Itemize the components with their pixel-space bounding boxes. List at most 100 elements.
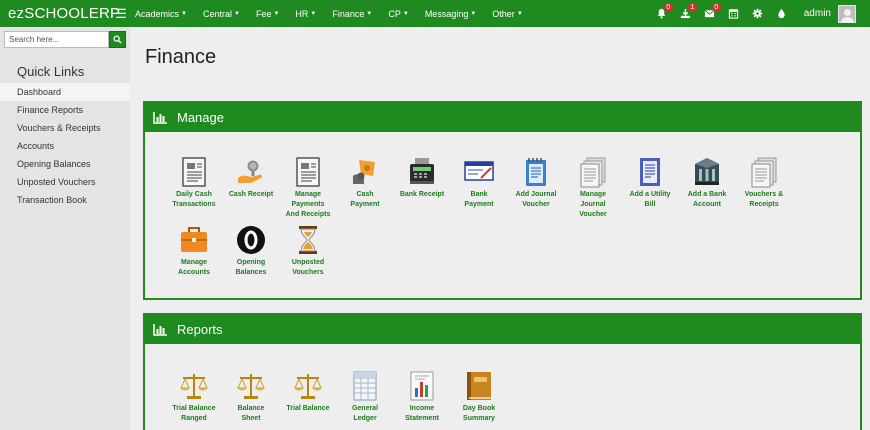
tile-bank-payment[interactable]: Bank Payment xyxy=(450,156,508,210)
tile-balance-sheet[interactable]: Balance Sheet xyxy=(222,370,280,424)
document-icon xyxy=(296,157,320,187)
sidebar-item-finance-reports[interactable]: Finance Reports xyxy=(0,101,130,119)
caret-down-icon: ▼ xyxy=(310,10,317,17)
menu-label: Finance xyxy=(332,8,365,19)
bill-icon xyxy=(640,158,660,186)
tile-bank-receipt[interactable]: Bank Receipt xyxy=(393,156,451,200)
search-icon xyxy=(113,35,122,44)
sidebar-item-unposted-vouchers[interactable]: Unposted Vouchers xyxy=(0,173,130,191)
search-button[interactable] xyxy=(109,31,126,48)
sidebar-item-transaction-book[interactable]: Transaction Book xyxy=(0,191,130,209)
menu-label: Other xyxy=(492,8,515,19)
tile-label: General xyxy=(351,405,379,412)
tile-label: Opening xyxy=(236,259,266,266)
bar-chart-icon xyxy=(153,111,167,124)
tile-label: Manage xyxy=(180,259,208,266)
tile-label: Add a Utility xyxy=(629,191,671,198)
reports-panel-title: Reports xyxy=(177,322,223,337)
tile-label: And Receipts xyxy=(285,211,331,218)
notepad-icon xyxy=(526,158,546,186)
hourglass-icon xyxy=(299,226,317,254)
tile-day-book-summary[interactable]: Day Book Summary xyxy=(450,370,508,424)
menu-messaging[interactable]: Messaging ▼ xyxy=(425,9,484,19)
sidebar-item-opening-balances[interactable]: Opening Balances xyxy=(0,155,130,173)
tile-manage-accounts[interactable]: Manage Accounts xyxy=(165,224,223,278)
tile-label: Voucher xyxy=(522,201,550,208)
sidebar-item-dashboard[interactable]: Dashboard xyxy=(0,83,130,101)
sidebar-item-accounts[interactable]: Accounts xyxy=(0,137,130,155)
user-name[interactable]: admin xyxy=(804,8,831,19)
droplet-icon xyxy=(778,8,785,19)
scales-icon xyxy=(294,374,322,399)
menu-label: Academics xyxy=(135,8,180,19)
tile-daily-cash-transactions[interactable]: Daily Cash Transactions xyxy=(165,156,223,210)
manage-panel: Manage Daily Cash Transactions Cash Recei… xyxy=(143,101,862,300)
sidebar: Quick Links Dashboard Finance Reports Vo… xyxy=(0,27,130,430)
document-icon xyxy=(182,157,206,187)
brand-logo[interactable]: ezSCHOOLERP xyxy=(0,5,120,22)
hamburger-menu-icon[interactable]: ☰ xyxy=(110,6,132,22)
menu-hr[interactable]: HR ▼ xyxy=(295,9,324,19)
tile-label: Vouchers xyxy=(292,269,324,276)
tile-label: Transactions xyxy=(172,201,216,208)
downloads-button[interactable]: 1 xyxy=(674,0,698,27)
search-input[interactable] xyxy=(4,31,109,48)
menu-central[interactable]: Central ▼ xyxy=(203,9,248,19)
tile-cash-receipt[interactable]: Cash Receipt xyxy=(222,156,280,200)
tile-label: Ranged xyxy=(181,415,207,422)
menu-academics[interactable]: Academics ▼ xyxy=(135,9,195,19)
tile-label: Accounts xyxy=(178,269,210,276)
tile-general-ledger[interactable]: General Ledger xyxy=(336,370,394,424)
notifications-button[interactable]: 0 xyxy=(650,0,674,27)
settings-button[interactable] xyxy=(746,0,770,27)
tile-label: Cash xyxy=(356,191,374,198)
sidebar-item-vouchers-receipts[interactable]: Vouchers & Receipts xyxy=(0,119,130,137)
notification-count-badge: 0 xyxy=(663,3,673,12)
tile-label: Day Book xyxy=(462,405,496,412)
tile-manage-payments-and-receipts[interactable]: Manage Payments And Receipts xyxy=(279,156,337,220)
tile-income-statement[interactable]: Income Statement xyxy=(393,370,451,424)
book-icon xyxy=(467,372,491,400)
menu-other[interactable]: Other ▼ xyxy=(492,9,530,19)
tile-trial-balance-ranged[interactable]: Trial Balance Ranged xyxy=(165,370,223,424)
caret-down-icon: ▼ xyxy=(402,10,409,17)
menu-finance[interactable]: Finance ▼ xyxy=(332,9,380,19)
tile-add-utility-bill[interactable]: Add a Utility Bill xyxy=(621,156,679,210)
tile-vouchers-and-receipts[interactable]: Vouchers & Receipts xyxy=(735,156,793,210)
tile-add-journal-voucher[interactable]: Add Journal Voucher xyxy=(507,156,565,210)
tile-label: Sheet xyxy=(241,415,261,422)
gear-icon xyxy=(752,8,763,19)
tile-manage-journal-voucher[interactable]: Manage Journal Voucher xyxy=(564,156,622,220)
tile-unposted-vouchers[interactable]: Unposted Vouchers xyxy=(279,224,337,278)
tile-opening-balances[interactable]: Opening Balances xyxy=(222,224,280,278)
bank-building-icon xyxy=(695,158,719,185)
tile-label: Receipts xyxy=(749,201,779,208)
tile-label: Unposted xyxy=(291,259,325,266)
main-menu: Academics ▼ Central ▼ Fee ▼ HR ▼ Finance ▼ CP… xyxy=(135,9,539,19)
tile-add-bank-account[interactable]: Add a Bank Account xyxy=(678,156,736,210)
tile-label: Ledger xyxy=(353,415,377,422)
hand-coin-icon xyxy=(238,160,263,183)
mail-count-badge: 0 xyxy=(711,3,721,12)
menu-label: Fee xyxy=(255,8,272,19)
tile-cash-payment[interactable]: Cash Payment xyxy=(336,156,394,210)
cash-payment-icon xyxy=(353,160,375,184)
tile-label: Cash Receipt xyxy=(228,191,274,198)
tile-label: Vouchers & xyxy=(744,191,784,198)
avatar[interactable] xyxy=(838,4,856,23)
calendar-icon xyxy=(729,9,739,19)
tile-label: Income xyxy=(409,405,435,412)
tile-label: Manage xyxy=(579,191,607,198)
calendar-button[interactable] xyxy=(722,0,746,27)
bar-report-icon xyxy=(410,371,434,401)
mail-button[interactable]: 0 xyxy=(698,0,722,27)
menu-cp[interactable]: CP ▼ xyxy=(388,9,416,19)
tile-trial-balance[interactable]: Trial Balance xyxy=(279,370,337,414)
menu-fee[interactable]: Fee ▼ xyxy=(256,9,287,19)
tile-label: Bank xyxy=(470,191,488,198)
spreadsheet-icon xyxy=(353,371,377,401)
cheque-icon xyxy=(464,161,494,181)
tile-label: Voucher xyxy=(579,211,607,218)
theme-button[interactable] xyxy=(770,0,794,27)
quick-links-title: Quick Links xyxy=(17,64,85,79)
